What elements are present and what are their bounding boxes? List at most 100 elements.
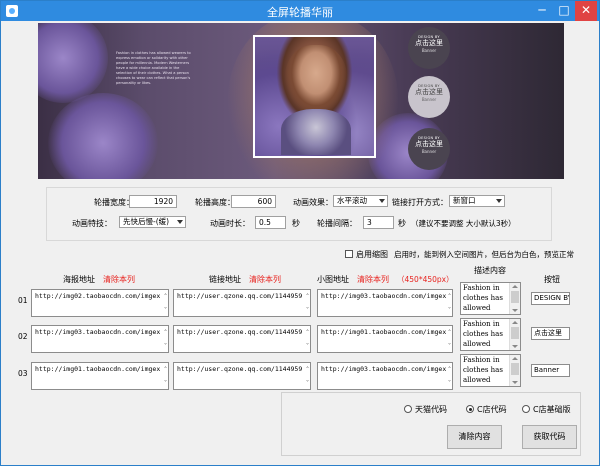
minimize-icon[interactable]: ─ bbox=[531, 1, 553, 21]
circle-big-text: 点击这里 bbox=[415, 140, 443, 148]
effect-select[interactable]: 水平滚动 bbox=[333, 195, 388, 207]
banner-photo bbox=[253, 35, 376, 158]
button-text-input[interactable]: Banner bbox=[531, 364, 570, 377]
circle-big-text: 点击这里 bbox=[415, 88, 443, 96]
desc-textarea[interactable]: Fashion in clothes has allowed bbox=[460, 354, 521, 387]
poster-url-text: http://img02.taobaocdn.com/imgex bbox=[35, 292, 161, 300]
cshop-basic-radio[interactable] bbox=[522, 405, 530, 413]
interval-input[interactable]: 3 bbox=[363, 216, 394, 229]
flower-decoration bbox=[48, 93, 158, 179]
width-input[interactable]: 1920 bbox=[129, 195, 177, 208]
model-dress bbox=[281, 109, 351, 155]
clear-poster-column-link[interactable]: 清除本列 bbox=[103, 274, 135, 285]
scrollbar-thumb[interactable] bbox=[511, 327, 519, 339]
desc-text: Fashion in clothes has allowed bbox=[463, 356, 503, 384]
model-image bbox=[255, 37, 374, 156]
scroll-arrows-icon[interactable]: ⌃ ⌄ bbox=[448, 364, 451, 386]
height-input[interactable]: 600 bbox=[231, 195, 276, 208]
duration-input[interactable]: 0.5 bbox=[255, 216, 286, 229]
thumb-url-text: http://img03.taobaocdn.com/imgex bbox=[321, 292, 447, 300]
scroll-arrows-icon[interactable]: ⌃ ⌄ bbox=[306, 364, 309, 386]
thumb-column-header: 小图地址 bbox=[317, 275, 349, 284]
scroll-arrows-icon[interactable]: ⌃ ⌄ bbox=[306, 327, 309, 349]
duration-label: 动画时长： bbox=[210, 219, 250, 228]
height-label: 轮播高度： bbox=[195, 198, 235, 207]
maximize-icon[interactable]: □ bbox=[553, 1, 575, 21]
circle-big-text: 点击这里 bbox=[415, 39, 443, 47]
chevron-down-icon bbox=[496, 199, 502, 203]
circle-en-text: Banner bbox=[421, 149, 437, 154]
poster-url-text: http://img01.taobaocdn.com/imgex bbox=[35, 365, 161, 373]
cshop-code-radio[interactable] bbox=[466, 405, 474, 413]
clear-content-button[interactable]: 清除内容 bbox=[447, 425, 502, 449]
thumb-url-text: http://img03.taobaocdn.com/imgex bbox=[321, 365, 447, 373]
link-url-text: http://user.qzone.qq.com/1144959 bbox=[177, 365, 303, 373]
desc-text: Fashion in clothes has allowed bbox=[463, 320, 503, 348]
special-select-value: 先快后慢-(缓) bbox=[123, 217, 170, 226]
desc-textarea[interactable]: Fashion in clothes has allowed bbox=[460, 318, 521, 351]
model-face bbox=[285, 45, 347, 115]
thumb-url-input[interactable]: http://img03.taobaocdn.com/imgex ⌃ ⌄ bbox=[317, 362, 453, 390]
row-number: 02 bbox=[18, 332, 28, 341]
link-column-header: 链接地址 bbox=[209, 275, 241, 284]
chevron-down-icon bbox=[379, 199, 385, 203]
thumb-url-input[interactable]: http://img03.taobaocdn.com/imgex ⌃ ⌄ bbox=[317, 289, 453, 317]
cshop-code-label: C店代码 bbox=[477, 405, 507, 414]
special-label: 动画特技： bbox=[72, 219, 112, 228]
poster-url-input[interactable]: http://img02.taobaocdn.com/imgex ⌃ ⌄ bbox=[31, 289, 169, 317]
title-bar: 全屏轮播华丽 ─ □ ✕ bbox=[1, 1, 599, 21]
thumb-size-hint: （450*450px） bbox=[397, 275, 454, 284]
scroll-arrows-icon[interactable]: ⌃ ⌄ bbox=[164, 291, 167, 313]
duration-unit: 秒 bbox=[292, 219, 300, 228]
banner-blurb: Fashion in clothes has allowed wearers t… bbox=[116, 51, 191, 85]
link-open-label: 链接打开方式： bbox=[392, 198, 448, 207]
poster-url-text: http://img03.taobaocdn.com/imgex bbox=[35, 328, 161, 336]
tmall-code-radio[interactable] bbox=[404, 405, 412, 413]
get-code-button[interactable]: 获取代码 bbox=[522, 425, 577, 449]
window-title: 全屏轮播华丽 bbox=[267, 6, 333, 19]
scrollbar-thumb[interactable] bbox=[511, 291, 519, 303]
poster-url-input[interactable]: http://img01.taobaocdn.com/imgex ⌃ ⌄ bbox=[31, 362, 169, 390]
scroll-arrows-icon[interactable]: ⌃ ⌄ bbox=[306, 291, 309, 313]
special-select[interactable]: 先快后慢-(缓) bbox=[119, 216, 186, 228]
scroll-arrows-icon[interactable]: ⌃ ⌄ bbox=[164, 327, 167, 349]
scroll-arrows-icon[interactable]: ⌃ ⌄ bbox=[164, 364, 167, 386]
thumb-url-text: http://img01.taobaocdn.com/imgex bbox=[321, 328, 447, 336]
link-url-input[interactable]: http://user.qzone.qq.com/1144959 ⌃ ⌄ bbox=[173, 289, 311, 317]
scrollbar-thumb[interactable] bbox=[511, 363, 519, 375]
link-url-text: http://user.qzone.qq.com/1144959 bbox=[177, 328, 303, 336]
interval-label: 轮播间隔： bbox=[317, 219, 357, 228]
scroll-arrows-icon[interactable]: ⌃ ⌄ bbox=[448, 291, 451, 313]
desc-textarea[interactable]: Fashion in clothes has allowed bbox=[460, 282, 521, 315]
enable-thumb-label: 启用缩图 bbox=[356, 250, 388, 259]
circle-en-text: Banner bbox=[421, 97, 437, 102]
link-url-input[interactable]: http://user.qzone.qq.com/1144959 ⌃ ⌄ bbox=[173, 362, 311, 390]
row-number: 03 bbox=[18, 369, 28, 378]
banner-circle-button[interactable]: DESIGN BY 点击这里 Banner bbox=[408, 128, 450, 170]
desc-text: Fashion in clothes has allowed bbox=[463, 284, 503, 312]
scroll-arrows-icon[interactable]: ⌃ ⌄ bbox=[448, 327, 451, 349]
clear-link-column-link[interactable]: 清除本列 bbox=[249, 274, 281, 285]
banner-circle-button[interactable]: DESIGN BY 点击这里 Banner bbox=[408, 27, 450, 69]
thumb-url-input[interactable]: http://img01.taobaocdn.com/imgex ⌃ ⌄ bbox=[317, 325, 453, 353]
cshop-basic-label: C店基础版 bbox=[533, 405, 571, 414]
clear-thumb-column-link[interactable]: 清除本列 bbox=[357, 274, 389, 285]
tmall-code-label: 天猫代码 bbox=[415, 405, 447, 414]
circle-en-text: Banner bbox=[421, 48, 437, 53]
button-text-input[interactable]: DESIGN BY bbox=[531, 292, 570, 305]
button-column-header: 按钮 bbox=[544, 275, 560, 284]
thumb-hint: 启用时，能到例入空间图片，但后台为白色，预览正常 bbox=[394, 250, 574, 259]
link-url-input[interactable]: http://user.qzone.qq.com/1144959 ⌃ ⌄ bbox=[173, 325, 311, 353]
interval-unit: 秒 bbox=[398, 219, 406, 228]
close-icon[interactable]: ✕ bbox=[575, 1, 597, 21]
poster-url-input[interactable]: http://img03.taobaocdn.com/imgex ⌃ ⌄ bbox=[31, 325, 169, 353]
poster-column-header: 海报地址 bbox=[63, 275, 95, 284]
row-number: 01 bbox=[18, 296, 28, 305]
link-open-select[interactable]: 新窗口 bbox=[449, 195, 505, 207]
enable-thumb-checkbox[interactable] bbox=[345, 250, 353, 258]
button-text-input[interactable]: 点击这里 bbox=[531, 327, 570, 340]
banner-preview: Fashion in clothes has allowed wearers t… bbox=[38, 23, 564, 179]
effect-select-value: 水平滚动 bbox=[337, 196, 367, 205]
banner-circle-button[interactable]: DESIGN BY 点击这里 Banner bbox=[408, 76, 450, 118]
width-label: 轮播宽度： bbox=[94, 198, 134, 207]
